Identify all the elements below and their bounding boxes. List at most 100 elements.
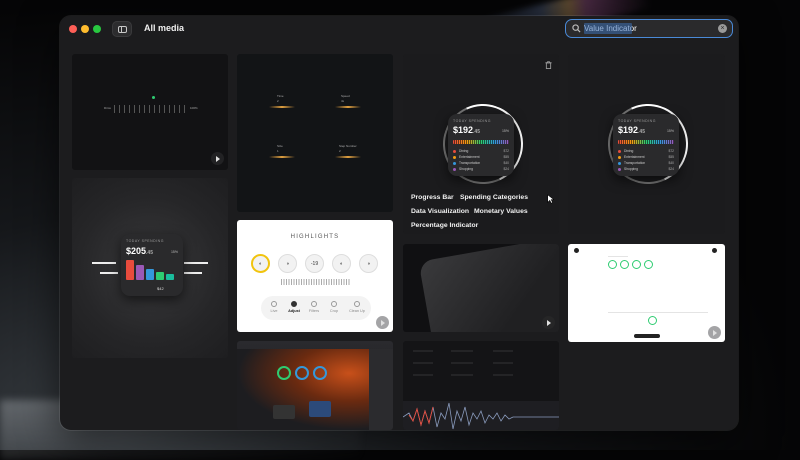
tag-spending-categories[interactable]: Spending Categories xyxy=(460,194,528,201)
tag-monetary-values[interactable]: Monetary Values xyxy=(474,208,528,215)
divider xyxy=(608,256,628,257)
mini-badge xyxy=(644,260,653,269)
node-box xyxy=(309,401,331,417)
control-indicator xyxy=(335,106,361,108)
tool-live[interactable]: Live xyxy=(265,301,283,313)
dash-right xyxy=(184,272,202,274)
search-input[interactable] xyxy=(581,24,718,33)
trash-icon[interactable] xyxy=(545,61,552,69)
highlight-knob: ◑ xyxy=(278,254,297,273)
window-title: All media xyxy=(144,23,185,33)
toggle-sidebar-button[interactable] xyxy=(112,21,132,37)
slider-thumb xyxy=(152,96,155,99)
media-window: All media × Dims 100% TODAY SPENDING $20… xyxy=(60,16,738,430)
waveform xyxy=(403,350,559,430)
tag-data-visualization[interactable]: Data Visualization xyxy=(411,208,469,215)
control-label: Time xyxy=(277,94,284,98)
media-tile-highlights[interactable]: HIGHLIGHTS ◐ ◑ -19 ◐ ◑ Live Adjust Filte… xyxy=(237,220,393,332)
category-row: Entertainment $55 xyxy=(453,155,509,159)
tool-filters[interactable]: Filters xyxy=(305,301,323,313)
media-tile-waveform[interactable] xyxy=(403,341,559,430)
media-tile-slider[interactable]: Dims 100% xyxy=(72,54,228,170)
control-value: 2 xyxy=(277,99,279,103)
category-row: Dining $72 xyxy=(453,149,509,153)
category-row: Transportation $40 xyxy=(618,161,674,165)
spending-card: TODAY SPENDING $205.45 15% $42 xyxy=(121,234,183,296)
card-percent: 15% xyxy=(501,129,509,133)
progress-bar xyxy=(453,140,509,144)
search-icon xyxy=(572,24,581,33)
media-tile-spending-bars[interactable]: TODAY SPENDING $205.45 15% $42 xyxy=(72,178,228,358)
sidebar-icon xyxy=(117,25,127,33)
highlight-knob: ◑ xyxy=(359,254,378,273)
minimize-window-button[interactable] xyxy=(81,25,89,33)
control-indicator xyxy=(269,106,295,108)
close-window-button[interactable] xyxy=(69,25,77,33)
bar xyxy=(126,260,134,280)
zoom-window-button[interactable] xyxy=(93,25,101,33)
bar xyxy=(166,274,174,280)
edit-toolbar: Live Adjust Filters Crop Clean Up xyxy=(261,296,371,320)
control-value: 4x xyxy=(341,99,345,103)
card-amount: $192.45 xyxy=(618,125,645,135)
tag-progress-bar[interactable]: Progress Bar xyxy=(411,194,454,201)
media-tile-dark-card[interactable] xyxy=(403,244,559,332)
tool-crop[interactable]: Crop xyxy=(325,301,343,313)
card-header: TODAY SPENDING xyxy=(126,239,164,243)
slider-track xyxy=(114,105,186,113)
wallpaper-preview xyxy=(237,349,377,430)
card-amount: $205.45 xyxy=(126,246,153,256)
slider-left-label: Dims xyxy=(104,106,111,110)
bar-chart xyxy=(126,256,186,280)
node-box xyxy=(273,405,295,419)
tool-clean-up[interactable]: Clean Up xyxy=(347,301,367,313)
logo-dot xyxy=(574,248,579,253)
control-label: Speed xyxy=(341,94,350,98)
dash-left xyxy=(100,272,118,274)
play-icon[interactable] xyxy=(708,326,721,339)
card-header: TODAY SPENDING xyxy=(453,119,491,123)
dash-right xyxy=(184,262,208,264)
play-icon[interactable] xyxy=(542,316,555,329)
spending-card: TODAY SPENDING $192.45 15% Dining $72 Ent… xyxy=(448,114,514,176)
node xyxy=(295,366,309,380)
node xyxy=(313,366,327,380)
control-label: Size xyxy=(277,144,283,148)
mini-badge xyxy=(632,260,641,269)
media-tile-spending-secondary[interactable]: TODAY SPENDING $192.45 15% Dining $72 Ent… xyxy=(568,54,725,234)
clear-search-icon[interactable]: × xyxy=(718,24,727,33)
media-tile-spending-main[interactable]: TODAY SPENDING $192.45 15% Dining $72 Ent… xyxy=(403,54,559,234)
control-value: 2 xyxy=(339,149,341,153)
status-circle xyxy=(648,316,657,325)
slider-right-label: 100% xyxy=(190,106,198,110)
highlights-title: HIGHLIGHTS xyxy=(290,234,340,240)
category-row: Transportation $40 xyxy=(453,161,509,165)
mini-badge xyxy=(608,260,617,269)
category-row: Dining $72 xyxy=(618,149,674,153)
play-icon[interactable] xyxy=(376,316,389,329)
control-label: Step Number xyxy=(339,144,357,148)
media-tile-app-screenshot[interactable] xyxy=(237,341,393,430)
tool-adjust[interactable]: Adjust xyxy=(285,301,303,313)
spending-card: TODAY SPENDING $192.45 15% Dining $72 Ent… xyxy=(613,114,679,176)
mini-badge xyxy=(620,260,629,269)
bar xyxy=(136,265,144,280)
title-bar: All media × xyxy=(60,16,738,42)
progress-bar xyxy=(618,140,674,144)
node xyxy=(277,366,291,380)
search-field[interactable]: × xyxy=(565,19,733,38)
card-shape xyxy=(418,244,559,332)
media-tile-controls[interactable]: Time 2 Speed 4x Size 1 Step Number 2 xyxy=(237,54,393,212)
inspector-panel xyxy=(369,349,393,430)
bar xyxy=(146,269,154,280)
card-percent: 15% xyxy=(666,129,674,133)
category-row: Entertainment $55 xyxy=(618,155,674,159)
control-indicator xyxy=(335,156,361,158)
card-amount: $192.45 xyxy=(453,125,480,135)
highlight-knob: ◐ xyxy=(251,254,270,273)
media-tile-web-screenshot[interactable] xyxy=(568,244,725,342)
play-icon[interactable] xyxy=(211,152,224,165)
highlight-knob: ◐ xyxy=(332,254,351,273)
tag-percentage-indicator[interactable]: Percentage Indicator xyxy=(411,222,478,229)
card-footer-value: $42 xyxy=(157,286,164,291)
